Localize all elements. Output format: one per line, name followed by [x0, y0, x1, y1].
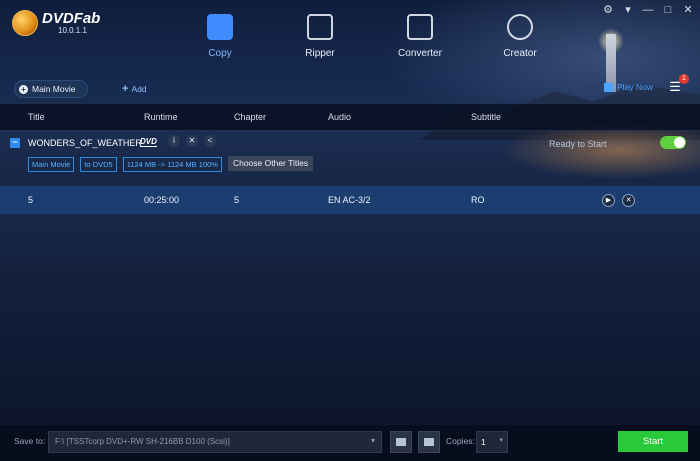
tab-label: Ripper	[305, 48, 335, 59]
play-icon[interactable]: ▶	[602, 194, 615, 207]
col-audio: Audio	[328, 112, 352, 122]
play-now-button[interactable]: Play Now	[604, 82, 653, 92]
folder-icon	[396, 438, 406, 446]
copies-label: Copies:	[446, 436, 475, 446]
tab-label: Creator	[503, 48, 537, 59]
col-subtitle: Subtitle	[471, 112, 502, 122]
source-row: − WONDERS_OF_WEATHER DVD i ✕ < Ready to …	[0, 131, 700, 179]
converter-icon	[407, 14, 433, 40]
column-header: Title Runtime Chapter Audio Subtitle	[0, 103, 700, 131]
app-version: 10.0.1.1	[58, 25, 87, 35]
add-label: Add	[131, 84, 147, 94]
profile-tags: Main Movie to DVD5 1124 MB -> 1124 MB 10…	[28, 156, 314, 172]
app-logo: DVDFab 10.0.1.1	[12, 10, 100, 36]
play-now-label: Play Now	[617, 82, 653, 92]
browse-folder-button[interactable]	[390, 431, 412, 453]
copies-value: 1	[481, 437, 486, 447]
cell-chapter: 5	[234, 195, 240, 205]
disc-icon: +	[19, 84, 28, 94]
close-icon[interactable]: ✕	[682, 4, 694, 16]
share-icon[interactable]: <	[204, 135, 216, 147]
chevron-down-icon: ▾	[499, 437, 503, 444]
settings-icon[interactable]: ⚙	[602, 4, 614, 16]
tab-converter[interactable]: Converter	[370, 14, 470, 59]
tab-ripper[interactable]: Ripper	[270, 14, 370, 59]
table-row[interactable]: 5 00:25:00 5 EN AC-3/2 RO ▶ ✕	[0, 186, 700, 214]
main-movie-button[interactable]: + Main Movie	[14, 80, 89, 98]
task-count-badge: 1	[679, 74, 689, 84]
main-movie-label: Main Movie	[32, 84, 76, 94]
source-checkbox[interactable]: −	[10, 138, 20, 148]
app-name: DVDFab	[42, 9, 101, 27]
col-runtime: Runtime	[144, 112, 178, 122]
mode-tabs: Copy Ripper Converter Creator	[170, 14, 570, 59]
col-title: Title	[28, 112, 45, 122]
copy-icon	[207, 14, 233, 40]
col-chapter: Chapter	[234, 112, 267, 122]
tag-main-movie[interactable]: Main Movie	[28, 157, 75, 172]
window-controls: ⚙ ▾ — □ ✕	[602, 4, 694, 16]
enable-toggle[interactable]	[660, 136, 686, 149]
water-reflection	[0, 210, 700, 420]
close-icon[interactable]: ✕	[622, 194, 635, 207]
monitor-icon	[604, 82, 613, 92]
source-name: WONDERS_OF_WEATHER	[28, 138, 142, 148]
dvd-logo-icon: DVD	[140, 137, 157, 147]
cell-title: 5	[28, 195, 34, 205]
save-to-dropdown[interactable]: F:\ [TSSTcorp DVD+-RW SH-216BB D100 (Scs…	[48, 431, 382, 453]
bottom-bar: Save to: F:\ [TSSTcorp DVD+-RW SH-216BB …	[0, 425, 700, 461]
cell-runtime: 00:25:00	[144, 195, 180, 205]
toolbar: + Main Movie + Add Play Now ☰ 1	[0, 74, 700, 98]
info-icon[interactable]: i	[168, 135, 180, 147]
remove-icon[interactable]: ✕	[186, 135, 198, 147]
save-iso-button[interactable]	[418, 431, 440, 453]
cell-subtitle: RO	[471, 195, 485, 205]
maximize-icon[interactable]: □	[662, 4, 674, 16]
tab-label: Copy	[208, 48, 232, 59]
plus-icon: +	[122, 83, 129, 95]
add-button[interactable]: + Add	[122, 83, 147, 95]
dropdown-icon[interactable]: ▾	[622, 4, 634, 16]
choose-other-titles-button[interactable]: Choose Other Titles	[227, 156, 314, 171]
save-to-label: Save to:	[14, 436, 46, 446]
creator-icon	[507, 14, 533, 40]
iso-icon	[424, 438, 434, 446]
minimize-icon[interactable]: —	[642, 4, 654, 16]
tag-size[interactable]: 1124 MB -> 1124 MB 100%	[122, 157, 222, 172]
chevron-down-icon: ▾	[370, 436, 375, 445]
tab-creator[interactable]: Creator	[470, 14, 570, 59]
tab-label: Converter	[398, 48, 442, 59]
dvdfab-logo-icon	[12, 10, 38, 36]
tab-copy[interactable]: Copy	[170, 14, 270, 59]
tag-output-format[interactable]: to DVD5	[80, 157, 117, 172]
start-button[interactable]: Start	[618, 431, 688, 452]
copies-dropdown[interactable]: 1 ▾	[476, 431, 508, 453]
save-to-value: F:\ [TSSTcorp DVD+-RW SH-216BB D100 (Scs…	[55, 437, 230, 446]
status-text: Ready to Start	[549, 139, 607, 149]
ripper-icon	[307, 14, 333, 40]
cell-audio: EN AC-3/2	[328, 195, 371, 205]
